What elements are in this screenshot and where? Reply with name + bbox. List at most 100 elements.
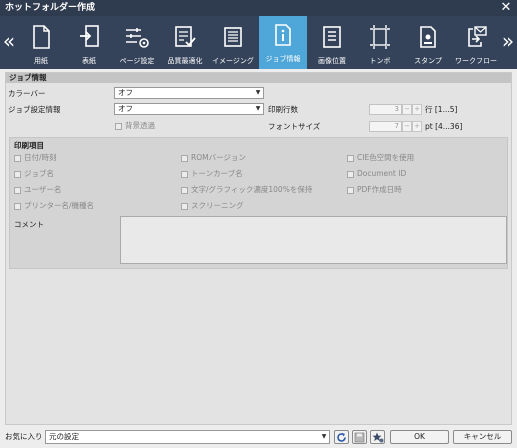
tab-crop-marks[interactable]: トンボ xyxy=(356,18,404,69)
scroll-right-icon[interactable]: » xyxy=(499,16,517,69)
checkbox-box[interactable] xyxy=(347,186,354,194)
checkbox-label: 日付/時刻 xyxy=(24,153,57,162)
checkbox-box[interactable] xyxy=(181,170,188,178)
checkbox-label: ROMバージョン xyxy=(191,153,246,162)
job-settings-label: ジョブ設定情報 xyxy=(8,105,61,114)
tab-label: トンボ xyxy=(369,57,391,65)
tab-page-setup[interactable]: ページ設定 xyxy=(113,18,161,69)
favorites-label: お気に入り xyxy=(5,432,43,441)
save-icon xyxy=(354,432,365,443)
checkbox-box[interactable] xyxy=(347,170,354,178)
checkbox-box[interactable] xyxy=(14,202,21,210)
print-item-checkbox[interactable]: プリンター名/機種名 xyxy=(14,201,94,211)
tab-cover[interactable]: 表紙 xyxy=(65,18,113,69)
image-position-icon xyxy=(323,26,341,48)
refresh-button[interactable] xyxy=(334,430,349,444)
print-item-checkbox[interactable]: CIE色空間を使用 xyxy=(347,153,414,163)
tab-stamp[interactable]: スタンプ xyxy=(404,18,452,69)
print-item-checkbox[interactable]: ユーザー名 xyxy=(14,185,61,195)
print-item-checkbox[interactable]: Document ID xyxy=(347,169,406,179)
tab-label: 表紙 xyxy=(82,57,96,65)
print-items-group: 印刷項目 日付/時刻 ジョブ名 ユーザー名 プリンター名/機種名 ROMバージョ… xyxy=(9,137,508,269)
save-button[interactable] xyxy=(352,430,367,444)
font-size-decrement-button[interactable]: − xyxy=(402,121,412,132)
checkbox-label: Document ID xyxy=(357,169,407,178)
print-lines-label: 印刷行数 xyxy=(268,105,298,114)
checkbox-label: ユーザー名 xyxy=(24,185,62,194)
checkbox-box[interactable] xyxy=(181,186,188,194)
print-item-checkbox[interactable]: 文字/グラフィック濃度100%を保持 xyxy=(181,185,312,195)
footer-bar: お気に入り 元の設定 ▼ OK キャンセル xyxy=(0,426,517,448)
tab-label: ジョブ情報 xyxy=(265,55,301,63)
section-title: ジョブ情報 xyxy=(6,73,511,83)
cancel-button[interactable]: キャンセル xyxy=(453,430,512,444)
favorite-manage-button[interactable] xyxy=(370,430,385,444)
window-title: ホットフォルダー作成 xyxy=(0,0,517,16)
checkbox-box[interactable] xyxy=(14,154,21,162)
print-lines-increment-button[interactable]: + xyxy=(412,104,422,115)
favorites-value: 元の設定 xyxy=(49,432,79,441)
color-bar-select[interactable]: オフ ▼ xyxy=(114,87,264,99)
star-settings-icon xyxy=(372,432,383,443)
tab-label: ページ設定 xyxy=(119,57,155,65)
job-info-panel: ジョブ情報 カラーバー オフ ▼ ジョブ設定情報 オフ ▼ 背景透過 印刷行数 … xyxy=(5,72,512,425)
background-transparent-checkbox[interactable]: 背景透過 xyxy=(115,121,155,131)
job-settings-select[interactable]: オフ ▼ xyxy=(114,103,264,115)
checkbox-box[interactable] xyxy=(14,170,21,178)
cover-icon xyxy=(80,25,99,47)
checkbox-box[interactable] xyxy=(181,202,188,210)
checkbox-label: スクリーニング xyxy=(191,201,244,210)
stamp-icon xyxy=(420,26,436,48)
tab-workflow[interactable]: ワークフロー xyxy=(452,18,500,69)
checkbox-box[interactable] xyxy=(181,154,188,162)
font-size-increment-button[interactable]: + xyxy=(412,121,422,132)
paper-icon xyxy=(33,25,50,49)
imaging-icon xyxy=(224,27,242,47)
print-items-title: 印刷項目 xyxy=(14,141,44,150)
checkbox-box[interactable] xyxy=(14,186,21,194)
print-lines-decrement-button[interactable]: − xyxy=(402,104,412,115)
checkbox-label: プリンター名/機種名 xyxy=(24,201,95,210)
print-item-checkbox[interactable]: PDF作成日時 xyxy=(347,185,402,195)
chevron-down-icon: ▼ xyxy=(255,89,261,96)
quality-icon xyxy=(175,26,196,47)
job-settings-value: オフ xyxy=(118,104,133,113)
print-item-checkbox[interactable]: スクリーニング xyxy=(181,201,244,211)
checkbox-label: トーンカーブ名 xyxy=(191,169,243,178)
checkbox-box[interactable] xyxy=(347,154,354,162)
job-info-icon xyxy=(275,24,291,46)
tab-label: ワークフロー xyxy=(455,57,497,65)
chevron-down-icon: ▼ xyxy=(321,433,327,440)
chevron-down-icon: ▼ xyxy=(255,105,261,112)
comment-label: コメント xyxy=(14,220,44,229)
tab-paper[interactable]: 用紙 xyxy=(17,18,65,69)
ok-button[interactable]: OK xyxy=(390,430,449,444)
close-icon[interactable]: ✕ xyxy=(499,0,513,16)
checkbox-label: PDF作成日時 xyxy=(357,185,402,194)
print-item-checkbox[interactable]: ROMバージョン xyxy=(181,153,246,163)
checkbox-label: CIE色空間を使用 xyxy=(357,153,415,162)
print-lines-input[interactable]: 3 xyxy=(369,104,402,115)
tab-imaging[interactable]: イメージング xyxy=(209,18,257,69)
workflow-icon xyxy=(468,26,487,47)
tab-image-position[interactable]: 画像位置 xyxy=(308,18,356,69)
print-item-checkbox[interactable]: トーンカーブ名 xyxy=(181,169,243,179)
tab-label: イメージング xyxy=(212,57,254,65)
scroll-left-icon[interactable]: « xyxy=(0,16,18,69)
comment-textarea[interactable] xyxy=(120,216,507,264)
print-lines-range: 行 [1...5] xyxy=(425,105,458,114)
checkbox-label: ジョブ名 xyxy=(24,169,54,178)
print-item-checkbox[interactable]: 日付/時刻 xyxy=(14,153,57,163)
color-bar-label: カラーバー xyxy=(8,89,46,98)
tab-label: 品質最適化 xyxy=(167,57,203,65)
checkbox-label: 文字/グラフィック濃度100%を保持 xyxy=(191,185,313,194)
refresh-icon xyxy=(337,433,346,442)
tab-quality[interactable]: 品質最適化 xyxy=(161,18,209,69)
tab-job-info[interactable]: ジョブ情報 xyxy=(259,16,307,69)
tab-label: 用紙 xyxy=(34,57,48,65)
page-setup-icon xyxy=(126,28,149,48)
favorites-select[interactable]: 元の設定 ▼ xyxy=(45,430,330,444)
font-size-input[interactable]: 7 xyxy=(369,121,402,132)
checkbox-box[interactable] xyxy=(115,122,122,130)
print-item-checkbox[interactable]: ジョブ名 xyxy=(14,169,54,179)
